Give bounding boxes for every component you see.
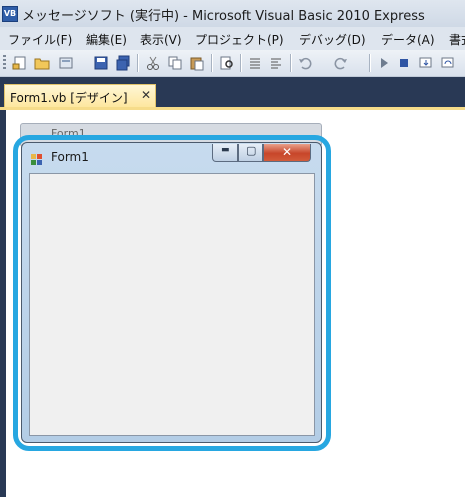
maximize-icon: ▢ (246, 144, 257, 157)
close-icon: ✕ (282, 145, 293, 159)
cut-icon[interactable] (145, 55, 161, 71)
tab-form1-design[interactable]: Form1.vb [デザイン] ✕ (4, 84, 156, 109)
menu-debug[interactable]: デバッグ(D) (299, 31, 366, 48)
form-icon (31, 151, 43, 165)
toolbar-separator (369, 54, 371, 72)
title-bar: VB メッセージソフト (実行中) - Microsoft Visual Bas… (0, 0, 465, 28)
menu-view[interactable]: 表示(V) (140, 31, 182, 48)
window-title: メッセージソフト (実行中) - Microsoft Visual Basic … (22, 9, 425, 24)
standard-toolbar (0, 50, 465, 77)
form-title: Form1 (51, 150, 89, 164)
close-button[interactable]: ✕ (263, 144, 311, 162)
menu-edit[interactable]: 編集(E) (86, 31, 127, 48)
menu-file[interactable]: ファイル(F) (8, 31, 72, 48)
form1-window[interactable]: Form1 ▬ ▢ ✕ (21, 142, 322, 443)
save-icon[interactable] (93, 55, 109, 71)
menu-project[interactable]: プロジェクト(P) (195, 31, 284, 48)
toolbar-separator (290, 54, 292, 72)
form-client-area[interactable] (29, 173, 315, 436)
uncomment-icon[interactable] (268, 55, 284, 71)
start-debug-icon[interactable] (376, 55, 392, 71)
stop-debug-icon[interactable] (396, 55, 412, 71)
toolbar-separator (211, 54, 213, 72)
maximize-button[interactable]: ▢ (238, 144, 263, 162)
add-item-icon[interactable] (58, 55, 74, 71)
tab-label: Form1.vb [デザイン] (10, 91, 128, 105)
menu-format[interactable]: 書式 (449, 31, 465, 48)
redo-icon[interactable] (333, 55, 349, 71)
menu-data[interactable]: データ(A) (381, 31, 435, 48)
new-project-icon[interactable] (12, 55, 28, 71)
step-into-icon[interactable] (418, 55, 434, 71)
toolbar-grip[interactable] (3, 55, 6, 71)
copy-icon[interactable] (167, 55, 183, 71)
toolbar-separator (137, 54, 139, 72)
close-icon[interactable]: ✕ (141, 88, 151, 102)
minimize-icon: ▬ (221, 145, 230, 155)
find-icon[interactable] (219, 55, 235, 71)
menu-bar: ファイル(F) 編集(E) 表示(V) プロジェクト(P) デバッグ(D) デー… (0, 27, 465, 50)
undo-icon[interactable] (297, 55, 313, 71)
save-all-icon[interactable] (115, 55, 131, 71)
comment-icon[interactable] (247, 55, 263, 71)
paste-icon[interactable] (189, 55, 205, 71)
toolbar-separator (240, 54, 242, 72)
minimize-button[interactable]: ▬ (212, 144, 238, 162)
open-file-icon[interactable] (34, 55, 50, 71)
step-over-icon[interactable] (440, 55, 456, 71)
vb-app-icon: VB (2, 6, 18, 22)
